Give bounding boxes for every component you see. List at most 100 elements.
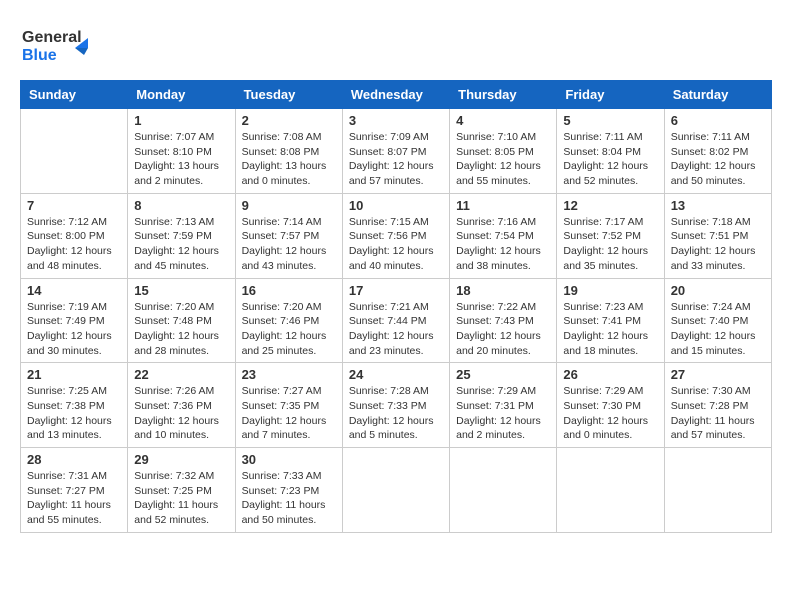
day-number: 19: [563, 283, 657, 298]
calendar-cell: 23Sunrise: 7:27 AMSunset: 7:35 PMDayligh…: [235, 363, 342, 448]
calendar-cell: 10 Sunrise: 7:15 AMSunset: 7:56 PMDayligh…: [342, 193, 449, 278]
calendar-cell: [342, 448, 449, 533]
calendar-cell: [21, 109, 128, 194]
logo-icon: General Blue: [20, 20, 90, 70]
day-info: Sunrise: 7:11 AMSunset: 8:02 PMDaylight:…: [671, 130, 765, 189]
day-number: 1: [134, 113, 228, 128]
calendar-cell: [664, 448, 771, 533]
weekday-header-tuesday: Tuesday: [235, 81, 342, 109]
calendar-cell: 1 Sunrise: 7:07 AMSunset: 8:10 PMDaylight…: [128, 109, 235, 194]
calendar-cell: 17 Sunrise: 7:21 AMSunset: 7:44 PMDayligh…: [342, 278, 449, 363]
day-info: Sunrise: 7:17 AMSunset: 7:52 PMDaylight:…: [563, 215, 657, 274]
day-number: 20: [671, 283, 765, 298]
weekday-header-monday: Monday: [128, 81, 235, 109]
day-info: Sunrise: 7:22 AMSunset: 7:43 PMDaylight:…: [456, 300, 550, 359]
day-info: Sunrise: 7:10 AMSunset: 8:05 PMDaylight:…: [456, 130, 550, 189]
calendar-cell: 16 Sunrise: 7:20 AMSunset: 7:46 PMDayligh…: [235, 278, 342, 363]
day-number: 10: [349, 198, 443, 213]
calendar-cell: 9 Sunrise: 7:14 AMSunset: 7:57 PMDaylight…: [235, 193, 342, 278]
calendar-cell: 22Sunrise: 7:26 AMSunset: 7:36 PMDayligh…: [128, 363, 235, 448]
calendar-cell: 6 Sunrise: 7:11 AMSunset: 8:02 PMDaylight…: [664, 109, 771, 194]
weekday-header-saturday: Saturday: [664, 81, 771, 109]
calendar-week-4: 21 Sunrise: 7:25 AMSunset: 7:38 PMDayligh…: [21, 363, 772, 448]
calendar-cell: [450, 448, 557, 533]
day-info: Sunrise: 7:30 AMSunset: 7:28 PMDaylight:…: [671, 384, 765, 443]
day-number: 24: [349, 367, 443, 382]
day-info: Sunrise: 7:25 AMSunset: 7:38 PMDaylight:…: [27, 384, 121, 443]
svg-text:General: General: [22, 29, 82, 46]
day-number: 15: [134, 283, 228, 298]
day-info: Sunrise: 7:18 AMSunset: 7:51 PMDaylight:…: [671, 215, 765, 274]
day-number: 25: [456, 367, 550, 382]
calendar-cell: 20 Sunrise: 7:24 AMSunset: 7:40 PMDayligh…: [664, 278, 771, 363]
day-info: Sunrise: 7:09 AMSunset: 8:07 PMDaylight:…: [349, 130, 443, 189]
day-number: 2: [242, 113, 336, 128]
day-info: Sunrise: 7:24 AMSunset: 7:40 PMDaylight:…: [671, 300, 765, 359]
day-number: 28: [27, 452, 121, 467]
calendar-cell: 27Sunrise: 7:30 AMSunset: 7:28 PMDayligh…: [664, 363, 771, 448]
calendar-cell: 26Sunrise: 7:29 AMSunset: 7:30 PMDayligh…: [557, 363, 664, 448]
weekday-header-sunday: Sunday: [21, 81, 128, 109]
weekday-header-thursday: Thursday: [450, 81, 557, 109]
logo: General Blue: [20, 20, 90, 70]
calendar-cell: 18 Sunrise: 7:22 AMSunset: 7:43 PMDayligh…: [450, 278, 557, 363]
day-info: Sunrise: 7:20 AMSunset: 7:46 PMDaylight:…: [242, 300, 336, 359]
weekday-header-friday: Friday: [557, 81, 664, 109]
day-number: 12: [563, 198, 657, 213]
page-header: General Blue: [20, 20, 772, 70]
calendar-cell: 29 Sunrise: 7:32 AMSunset: 7:25 PMDayligh…: [128, 448, 235, 533]
day-info: Sunrise: 7:33 AMSunset: 7:23 PMDaylight:…: [242, 469, 336, 528]
day-info: Sunrise: 7:31 AMSunset: 7:27 PMDaylight:…: [27, 469, 121, 528]
calendar-cell: 4 Sunrise: 7:10 AMSunset: 8:05 PMDaylight…: [450, 109, 557, 194]
calendar-week-3: 14Sunrise: 7:19 AMSunset: 7:49 PMDayligh…: [21, 278, 772, 363]
weekday-header-wednesday: Wednesday: [342, 81, 449, 109]
day-info: Sunrise: 7:21 AMSunset: 7:44 PMDaylight:…: [349, 300, 443, 359]
day-info: Sunrise: 7:15 AMSunset: 7:56 PMDaylight:…: [349, 215, 443, 274]
day-info: Sunrise: 7:13 AMSunset: 7:59 PMDaylight:…: [134, 215, 228, 274]
calendar-cell: 19 Sunrise: 7:23 AMSunset: 7:41 PMDayligh…: [557, 278, 664, 363]
calendar-cell: 13Sunrise: 7:18 AMSunset: 7:51 PMDayligh…: [664, 193, 771, 278]
calendar-cell: 2 Sunrise: 7:08 AMSunset: 8:08 PMDaylight…: [235, 109, 342, 194]
day-number: 21: [27, 367, 121, 382]
day-number: 16: [242, 283, 336, 298]
calendar-week-2: 7 Sunrise: 7:12 AMSunset: 8:00 PMDaylight…: [21, 193, 772, 278]
day-info: Sunrise: 7:27 AMSunset: 7:35 PMDaylight:…: [242, 384, 336, 443]
calendar-cell: 5 Sunrise: 7:11 AMSunset: 8:04 PMDaylight…: [557, 109, 664, 194]
calendar-cell: 8Sunrise: 7:13 AMSunset: 7:59 PMDaylight…: [128, 193, 235, 278]
day-info: Sunrise: 7:23 AMSunset: 7:41 PMDaylight:…: [563, 300, 657, 359]
calendar-cell: 3 Sunrise: 7:09 AMSunset: 8:07 PMDaylight…: [342, 109, 449, 194]
day-number: 29: [134, 452, 228, 467]
calendar-cell: 11Sunrise: 7:16 AMSunset: 7:54 PMDayligh…: [450, 193, 557, 278]
calendar-cell: 7 Sunrise: 7:12 AMSunset: 8:00 PMDaylight…: [21, 193, 128, 278]
day-number: 7: [27, 198, 121, 213]
day-info: Sunrise: 7:07 AMSunset: 8:10 PMDaylight:…: [134, 130, 228, 189]
day-number: 9: [242, 198, 336, 213]
day-info: Sunrise: 7:28 AMSunset: 7:33 PMDaylight:…: [349, 384, 443, 443]
day-number: 5: [563, 113, 657, 128]
calendar-cell: 12 Sunrise: 7:17 AMSunset: 7:52 PMDayligh…: [557, 193, 664, 278]
calendar-cell: 25 Sunrise: 7:29 AMSunset: 7:31 PMDayligh…: [450, 363, 557, 448]
day-number: 18: [456, 283, 550, 298]
day-number: 3: [349, 113, 443, 128]
day-info: Sunrise: 7:12 AMSunset: 8:00 PMDaylight:…: [27, 215, 121, 274]
day-info: Sunrise: 7:20 AMSunset: 7:48 PMDaylight:…: [134, 300, 228, 359]
calendar-cell: 15 Sunrise: 7:20 AMSunset: 7:48 PMDayligh…: [128, 278, 235, 363]
day-number: 30: [242, 452, 336, 467]
calendar-week-1: 1 Sunrise: 7:07 AMSunset: 8:10 PMDaylight…: [21, 109, 772, 194]
day-info: Sunrise: 7:08 AMSunset: 8:08 PMDaylight:…: [242, 130, 336, 189]
day-number: 26: [563, 367, 657, 382]
day-info: Sunrise: 7:16 AMSunset: 7:54 PMDaylight:…: [456, 215, 550, 274]
day-info: Sunrise: 7:32 AMSunset: 7:25 PMDaylight:…: [134, 469, 228, 528]
day-number: 4: [456, 113, 550, 128]
day-info: Sunrise: 7:29 AMSunset: 7:31 PMDaylight:…: [456, 384, 550, 443]
day-info: Sunrise: 7:26 AMSunset: 7:36 PMDaylight:…: [134, 384, 228, 443]
day-info: Sunrise: 7:14 AMSunset: 7:57 PMDaylight:…: [242, 215, 336, 274]
calendar-cell: 24 Sunrise: 7:28 AMSunset: 7:33 PMDayligh…: [342, 363, 449, 448]
calendar-cell: [557, 448, 664, 533]
day-number: 6: [671, 113, 765, 128]
calendar-table: SundayMondayTuesdayWednesdayThursdayFrid…: [20, 80, 772, 533]
day-info: Sunrise: 7:19 AMSunset: 7:49 PMDaylight:…: [27, 300, 121, 359]
weekday-header-row: SundayMondayTuesdayWednesdayThursdayFrid…: [21, 81, 772, 109]
day-info: Sunrise: 7:11 AMSunset: 8:04 PMDaylight:…: [563, 130, 657, 189]
day-number: 17: [349, 283, 443, 298]
